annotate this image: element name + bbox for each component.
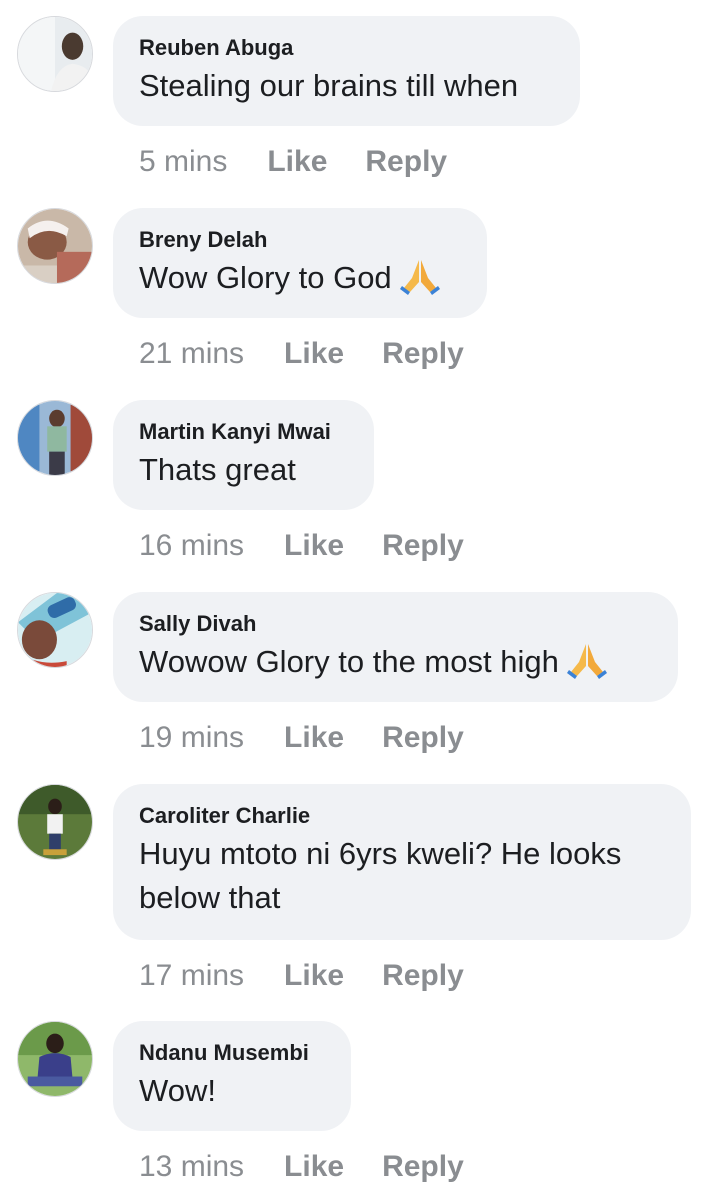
reply-button[interactable]: Reply (382, 334, 464, 374)
reply-button[interactable]: Reply (382, 718, 464, 758)
folded-hands-icon (399, 256, 440, 296)
reply-button[interactable]: Reply (382, 526, 464, 566)
comment-actions: 21 mins Like Reply (139, 334, 464, 374)
comment-text-content: Wowow Glory to the most high (139, 644, 559, 679)
comment-actions: 5 mins Like Reply (139, 142, 447, 182)
comment-text: Wow Glory to God (139, 256, 461, 300)
comment-actions: 16 mins Like Reply (139, 526, 464, 566)
comment-time[interactable]: 19 mins (139, 718, 244, 758)
like-button[interactable]: Like (284, 1147, 344, 1187)
reply-button[interactable]: Reply (382, 1147, 464, 1187)
comment-bubble: Sally Divah Wowow Glory to the most high (113, 592, 678, 702)
comment-text-content: Wow Glory to God (139, 260, 392, 295)
comment-actions: 17 mins Like Reply (139, 956, 464, 996)
comment-author[interactable]: Ndanu Musembi (139, 1039, 325, 1067)
folded-hands-icon (566, 640, 607, 680)
comment-time[interactable]: 16 mins (139, 526, 244, 566)
comment-bubble: Ndanu Musembi Wow! (113, 1021, 351, 1131)
avatar[interactable] (17, 208, 93, 284)
comment-bubble: Caroliter Charlie Huyu mtoto ni 6yrs kwe… (113, 784, 691, 940)
comment-author[interactable]: Caroliter Charlie (139, 802, 665, 830)
like-button[interactable]: Like (284, 334, 344, 374)
reply-button[interactable]: Reply (382, 956, 464, 996)
comment-text: Stealing our brains till when (139, 68, 519, 103)
comment-actions: 19 mins Like Reply (139, 718, 464, 758)
comment-time[interactable]: 17 mins (139, 956, 244, 996)
avatar[interactable] (17, 16, 93, 92)
comment-bubble: Breny Delah Wow Glory to God (113, 208, 487, 318)
like-button[interactable]: Like (284, 526, 344, 566)
avatar[interactable] (17, 400, 93, 476)
comment-bubble: Martin Kanyi Mwai Thats great (113, 400, 374, 510)
like-button[interactable]: Like (284, 956, 344, 996)
comment-author[interactable]: Sally Divah (139, 610, 652, 638)
comment-bubble: Reuben Abuga Stealing our brains till wh… (113, 16, 580, 126)
comment-text: Wowow Glory to the most high (139, 640, 652, 684)
comment-time[interactable]: 5 mins (139, 142, 227, 182)
avatar[interactable] (17, 592, 93, 668)
comment-author[interactable]: Martin Kanyi Mwai (139, 418, 348, 446)
reply-button[interactable]: Reply (365, 142, 447, 182)
comment-actions: 13 mins Like Reply (139, 1147, 464, 1187)
comment-author[interactable]: Breny Delah (139, 226, 461, 254)
comment-text: Wow! (139, 1073, 216, 1108)
comment-text: Thats great (139, 452, 296, 487)
comment-author[interactable]: Reuben Abuga (139, 34, 554, 62)
comment-time[interactable]: 13 mins (139, 1147, 244, 1187)
avatar[interactable] (17, 1021, 93, 1097)
comment-text: Huyu mtoto ni 6yrs kweli? He looks below… (139, 836, 622, 915)
comment-time[interactable]: 21 mins (139, 334, 244, 374)
like-button[interactable]: Like (284, 718, 344, 758)
like-button[interactable]: Like (267, 142, 327, 182)
avatar[interactable] (17, 784, 93, 860)
